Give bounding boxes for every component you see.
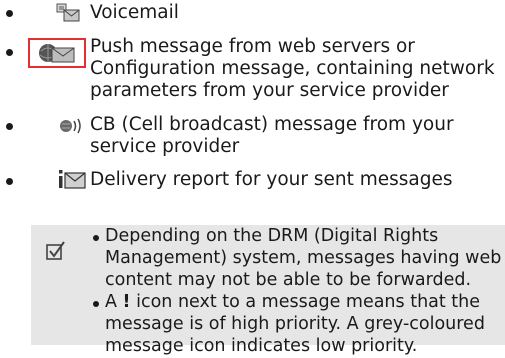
note-bullet <box>93 235 99 241</box>
item-text-line-1: CB (Cell broadcast) message from your <box>90 114 454 135</box>
note-text-line: message icon indicates low priority. <box>105 336 418 356</box>
delivery-report-icon <box>58 170 86 197</box>
cell-broadcast-icon <box>58 116 84 143</box>
list-item-cell-broadcast: CB (Cell broadcast) message from your se… <box>0 112 505 160</box>
list-item-voicemail: Voicemail <box>0 0 505 28</box>
checkmark-note-icon <box>45 239 67 265</box>
note-rest: icon next to a message means that the <box>130 292 481 312</box>
bullet <box>6 10 13 17</box>
note-text-line: Management) system, messages having web <box>105 248 502 268</box>
item-text-line-2: Configuration message, containing networ… <box>90 58 495 79</box>
note-text-line: Depending on the DRM (Digital Rights <box>105 226 439 246</box>
item-text-line-1: Push message from web servers or <box>90 36 415 57</box>
note-text-line: A ! icon next to a message means that th… <box>105 292 480 314</box>
item-text-line-2: service provider <box>90 136 240 157</box>
list-item-push-message: Push message from web servers or Configu… <box>0 34 505 106</box>
list-item-delivery-report: Delivery report for your sent messages <box>0 167 505 197</box>
bullet <box>6 123 13 130</box>
note-box: Depending on the DRM (Digital Rights Man… <box>31 225 505 356</box>
bullet <box>6 178 13 185</box>
note-text-line: message is of high priority. A grey-colo… <box>105 314 485 334</box>
exclamation-mark: ! <box>122 292 131 312</box>
item-text-line-3: parameters from your service provider <box>90 80 449 101</box>
note-prefix: A <box>105 292 123 312</box>
voicemail-icon <box>56 3 80 30</box>
note-bullet <box>93 301 99 307</box>
item-text: Delivery report for your sent messages <box>90 169 453 190</box>
note-text-line: content may not be able to be forwarded. <box>105 270 472 290</box>
item-text: Voicemail <box>90 2 179 23</box>
bullet <box>6 49 13 56</box>
push-message-icon <box>38 43 84 72</box>
